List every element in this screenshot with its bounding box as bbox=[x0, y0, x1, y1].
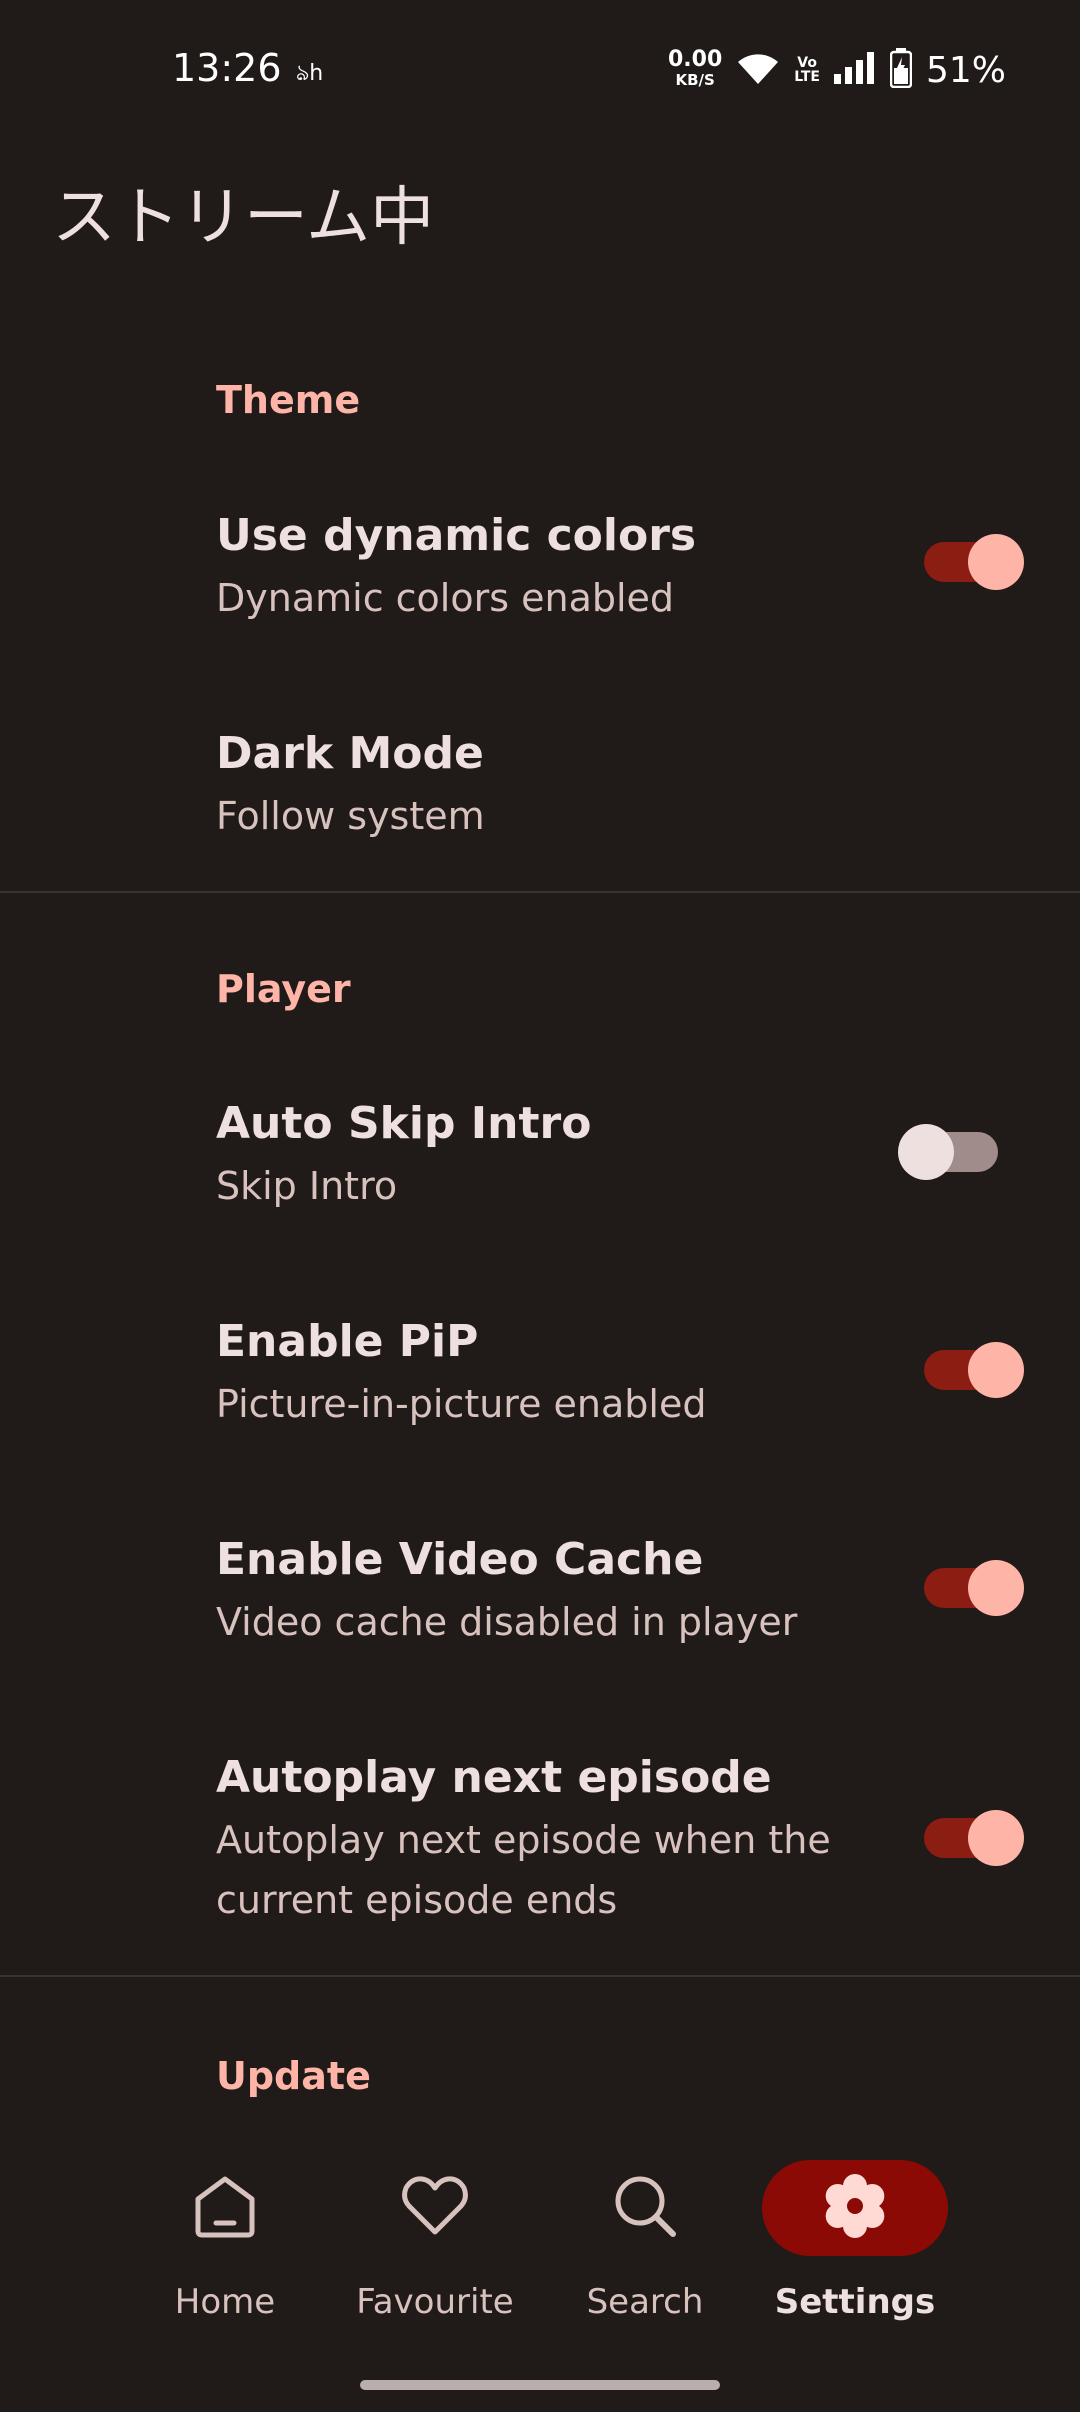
settings-screen: 13:26 ঌh 0.00 KB/S Vo LTE 51% ストリーム中 The… bbox=[0, 0, 1080, 2412]
section-divider bbox=[0, 891, 1080, 893]
heart-icon bbox=[400, 2174, 470, 2242]
gear-icon bbox=[822, 2173, 888, 2243]
pref-dark-mode[interactable]: Dark Mode Follow system bbox=[0, 700, 1080, 870]
net-speed-value: 0.00 bbox=[667, 47, 723, 72]
nav-label: Settings bbox=[774, 2282, 936, 2322]
section-divider bbox=[0, 1975, 1080, 1977]
volte-indicator: Vo LTE bbox=[794, 56, 820, 84]
notification-icon: ঌh bbox=[296, 61, 324, 86]
battery-percent: 51% bbox=[925, 49, 1006, 91]
gesture-navigation-bar[interactable] bbox=[360, 2380, 720, 2390]
net-speed-unit: KB/S bbox=[675, 71, 715, 89]
switch-thumb bbox=[968, 534, 1024, 590]
switch-thumb bbox=[968, 1342, 1024, 1398]
section-header-player: Player bbox=[216, 967, 351, 1011]
pref-autoplay-next[interactable]: Autoplay next episode Autoplay next epis… bbox=[0, 1724, 1080, 1954]
volte-top: Vo bbox=[797, 55, 817, 71]
pref-title: Enable Video Cache bbox=[216, 1534, 704, 1585]
page-title: ストリーム中 bbox=[52, 181, 435, 255]
nav-favourite[interactable]: Favourite bbox=[330, 2160, 540, 2380]
switch-thumb bbox=[968, 1810, 1024, 1866]
volte-bottom: LTE bbox=[794, 69, 820, 85]
pref-title: Enable PiP bbox=[216, 1316, 479, 1367]
bottom-navigation: Home Favourite Search Settings bbox=[0, 2140, 1080, 2412]
wifi-icon bbox=[736, 50, 780, 90]
switch-thumb bbox=[898, 1124, 954, 1180]
section-header-update: Update bbox=[216, 2054, 371, 2098]
pref-summary: Autoplay next episode when the current e… bbox=[216, 1818, 831, 1922]
pref-title: Auto Skip Intro bbox=[216, 1098, 592, 1149]
pref-summary: Follow system bbox=[216, 794, 485, 838]
pref-dynamic-colors[interactable]: Use dynamic colors Dynamic colors enable… bbox=[0, 480, 1080, 650]
video-cache-switch[interactable] bbox=[924, 1560, 1024, 1616]
nav-label: Search bbox=[586, 2282, 704, 2322]
status-time: 13:26 bbox=[172, 46, 282, 90]
pref-enable-pip[interactable]: Enable PiP Picture-in-picture enabled bbox=[0, 1288, 1080, 1458]
nav-label: Favourite bbox=[356, 2282, 514, 2322]
pref-title: Autoplay next episode bbox=[216, 1752, 772, 1803]
autoplay-next-switch[interactable] bbox=[924, 1810, 1024, 1866]
nav-search[interactable]: Search bbox=[540, 2160, 750, 2380]
net-speed: 0.00 KB/S bbox=[667, 47, 723, 90]
nav-home[interactable]: Home bbox=[120, 2160, 330, 2380]
dynamic-colors-switch[interactable] bbox=[924, 534, 1024, 590]
nav-icon-container bbox=[762, 2160, 948, 2256]
pref-auto-skip-intro[interactable]: Auto Skip Intro Skip Intro bbox=[0, 1070, 1080, 1240]
battery-icon bbox=[889, 48, 913, 92]
pref-video-cache[interactable]: Enable Video Cache Video cache disabled … bbox=[0, 1506, 1080, 1676]
enable-pip-switch[interactable] bbox=[924, 1342, 1024, 1398]
nav-icon-container bbox=[132, 2160, 318, 2256]
auto-skip-intro-switch[interactable] bbox=[898, 1124, 998, 1180]
pref-summary: Picture-in-picture enabled bbox=[216, 1382, 707, 1426]
switch-thumb bbox=[968, 1560, 1024, 1616]
search-icon bbox=[610, 2171, 680, 2245]
section-header-theme: Theme bbox=[216, 378, 361, 422]
pref-title: Use dynamic colors bbox=[216, 510, 697, 561]
nav-settings[interactable]: Settings bbox=[750, 2160, 960, 2380]
status-bar: 13:26 ঌh 0.00 KB/S Vo LTE 51% bbox=[0, 0, 1080, 140]
status-icons: 0.00 KB/S Vo LTE 51% bbox=[668, 40, 1006, 100]
pref-summary: Dynamic colors enabled bbox=[216, 576, 675, 620]
pref-title: Dark Mode bbox=[216, 728, 484, 779]
pref-summary: Skip Intro bbox=[216, 1164, 398, 1208]
nav-icon-container bbox=[342, 2160, 528, 2256]
pref-summary: Video cache disabled in player bbox=[216, 1600, 798, 1644]
nav-label: Home bbox=[174, 2282, 276, 2322]
signal-icon bbox=[833, 52, 876, 88]
nav-icon-container bbox=[552, 2160, 738, 2256]
home-icon bbox=[190, 2171, 260, 2245]
